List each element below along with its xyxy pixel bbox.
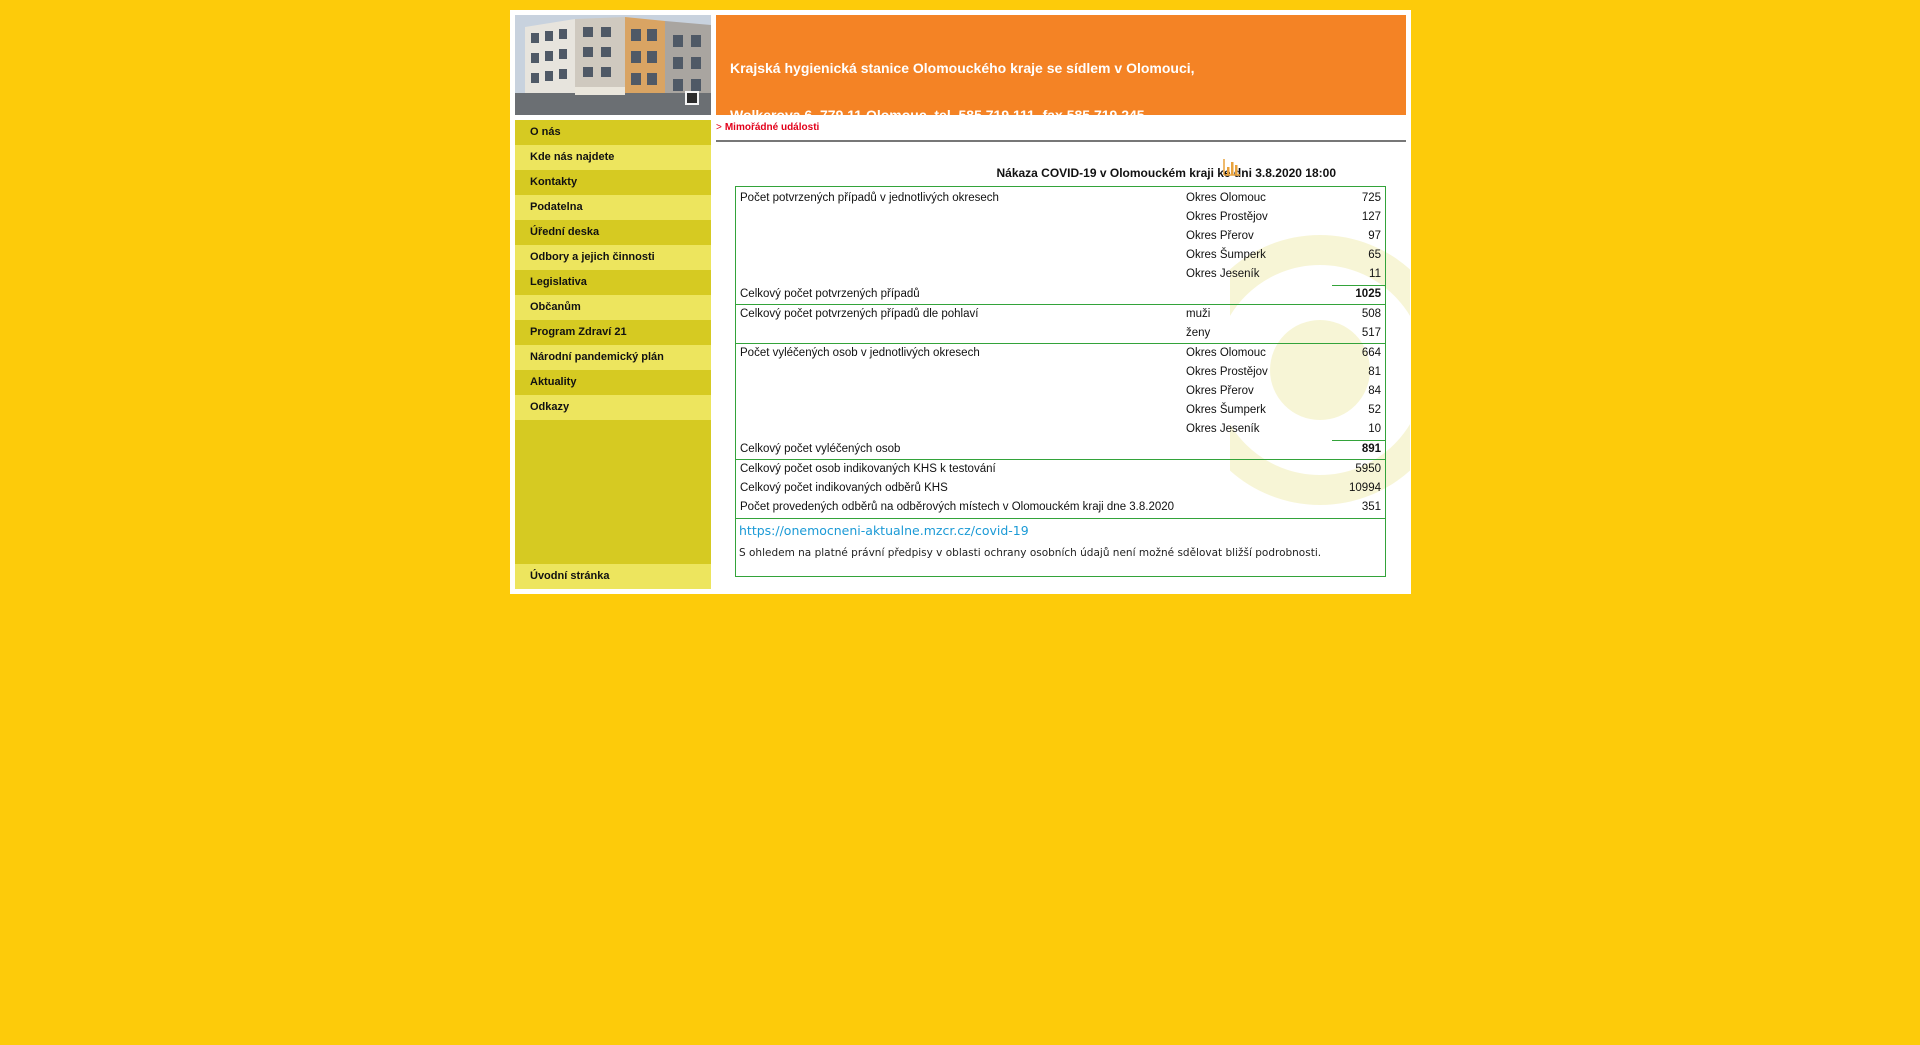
district-name: Okres Přerov [1186,385,1254,397]
breadcrumb: > Mimořádné události [716,120,1406,142]
district-name: Okres Olomouc [1186,347,1266,359]
section-divider [736,518,1385,519]
tested-value: 5950 [1355,463,1381,475]
table-row: Okres Přerov 84 [736,382,1385,401]
district-value: 65 [1368,249,1381,261]
tested-label: Celkový počet osob indikovaných KHS k te… [740,463,996,475]
page-frame: Krajská hygienická stanice Olomouckého k… [510,10,1411,594]
table-row: Počet provedených odběrů na odběrových m… [736,498,1385,517]
samples-label: Celkový počet indikovaných odběrů KHS [740,482,948,494]
table-row: Okres Šumperk 52 [736,401,1385,420]
district-value: 11 [1369,268,1381,280]
page-title: Nákaza COVID-19 v Olomouckém kraji ke dn… [996,166,1336,180]
table-row: Počet potvrzených případů v jednotlivých… [736,189,1385,208]
table-row: Celkový počet osob indikovaných KHS k te… [736,460,1385,479]
district-name: Okres Olomouc [1186,192,1266,204]
header-institution: Krajská hygienická stanice Olomouckého k… [730,60,1195,77]
privacy-disclaimer: S ohledem na platné právní předpisy v ob… [739,547,1322,559]
table-row: Celkový počet vyléčených osob 891 [736,440,1385,459]
confirmed-section-label: Počet potvrzených případů v jednotlivých… [740,192,999,204]
district-value: 52 [1368,404,1381,416]
table-row: Okres Jeseník 10 [736,420,1385,439]
table-row: ženy 517 [736,324,1385,343]
table-row: Okres Jeseník 11 [736,265,1385,284]
gender-name: ženy [1186,327,1211,339]
sidebar-item-odkazy[interactable]: Odkazy [515,395,711,420]
table-row: Okres Prostějov 81 [736,363,1385,382]
header-banner: Krajská hygienická stanice Olomouckého k… [716,15,1406,263]
gender-section-label: Celkový počet potvrzených případů dle po… [740,308,979,320]
sidebar-item-odbory[interactable]: Odbory a jejich činnosti [515,245,711,270]
sidebar-item-legislativa[interactable]: Legislativa [515,270,711,295]
sidebar-item-o-nas[interactable]: O nás [515,120,711,145]
district-name: Okres Prostějov [1186,366,1268,378]
table-row: Okres Šumperk 65 [736,246,1385,265]
bar-chart-icon[interactable] [1222,157,1242,177]
district-name: Okres Jeseník [1186,268,1260,280]
sites-label: Počet provedených odběrů na odběrových m… [740,501,1175,513]
district-value: 127 [1361,211,1381,223]
table-row: Okres Přerov 97 [736,227,1385,246]
sidebar-item-podatelna[interactable]: Podatelna [515,195,711,220]
sidebar-item-pandemicky-plan[interactable]: Národní pandemický plán [515,345,711,370]
confirmed-total-label: Celkový počet potvrzených případů [740,288,920,300]
gender-value: 517 [1361,327,1381,339]
district-name: Okres Šumperk [1186,249,1266,261]
table-row: Celkový počet indikovaných odběrů KHS 10… [736,479,1385,498]
district-value: 664 [1361,347,1381,359]
sidebar-item-obcanum[interactable]: Občanům [515,295,711,320]
recovered-section-label: Počet vyléčených osob v jednotlivých okr… [740,347,980,359]
gender-value: 508 [1361,308,1381,320]
recovered-total-label: Celkový počet vyléčených osob [740,443,901,455]
sidebar-item-uredni-deska[interactable]: Úřední deska [515,220,711,245]
district-name: Okres Šumperk [1186,404,1266,416]
samples-value: 10994 [1349,482,1381,494]
covid-statistics-table: Počet potvrzených případů v jednotlivých… [735,186,1386,577]
district-value: 725 [1361,192,1381,204]
table-row: Okres Prostějov 127 [736,208,1385,227]
district-value: 81 [1368,366,1381,378]
sidebar-item-uvodni-stranka[interactable]: Úvodní stránka [515,564,711,589]
confirmed-total-value: 1025 [1355,288,1381,300]
district-name: Okres Jeseník [1186,423,1260,435]
district-value: 97 [1368,230,1381,242]
sidebar-item-aktuality[interactable]: Aktuality [515,370,711,395]
breadcrumb-current[interactable]: Mimořádné události [725,122,819,133]
sidebar-item-program-zdravi[interactable]: Program Zdraví 21 [515,320,711,345]
table-row: Počet vyléčených osob v jednotlivých okr… [736,344,1385,363]
table-row: Celkový počet potvrzených případů 1025 [736,285,1385,304]
sidebar-item-kontakty[interactable]: Kontakty [515,170,711,195]
breadcrumb-arrow: > [716,122,722,133]
table-row: Celkový počet potvrzených případů dle po… [736,305,1385,324]
district-name: Okres Přerov [1186,230,1254,242]
gender-name: muži [1186,308,1211,320]
district-value: 84 [1368,385,1381,397]
sidebar-nav: O nás Kde nás najdete Kontakty Podatelna… [515,120,711,589]
covid-data-link[interactable]: https://onemocneni-aktualne.mzcr.cz/covi… [739,523,1029,538]
sites-value: 351 [1361,501,1381,513]
district-name: Okres Prostějov [1186,211,1268,223]
district-value: 10 [1368,423,1381,435]
sidebar-item-kde-nas-najdete[interactable]: Kde nás najdete [515,145,711,170]
building-photo [515,15,711,115]
recovered-total-value: 891 [1361,443,1381,455]
